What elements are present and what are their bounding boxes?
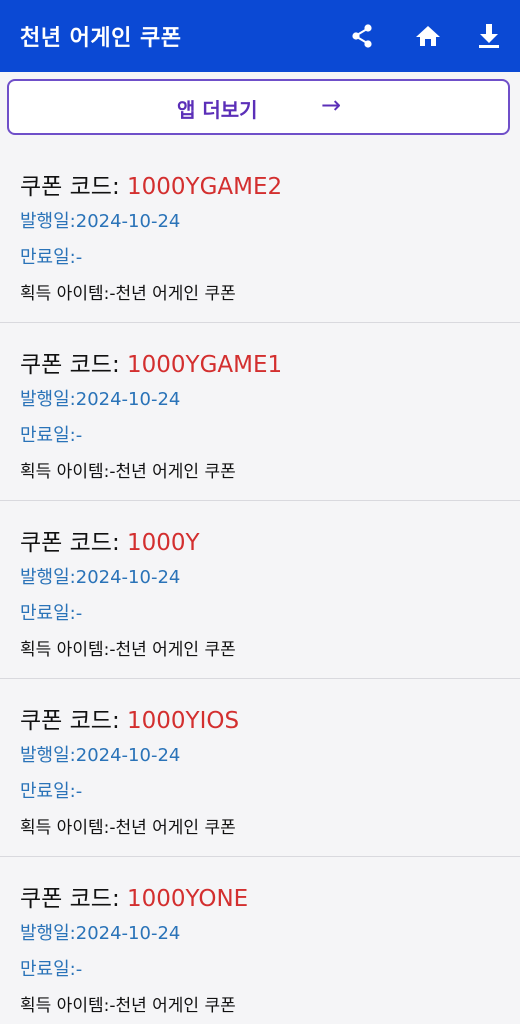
arrow-right-icon: → [321, 91, 342, 119]
coupon-code-value[interactable]: 1000YIOS [127, 708, 239, 734]
coupon-card[interactable]: 쿠폰 코드: 1000YGAME2 발행일:2024-10-24 만료일:- 획… [0, 145, 520, 323]
coupon-expiry-date: 만료일:- [20, 603, 83, 624]
more-apps-button[interactable]: 앱 더보기 → [7, 79, 510, 135]
app-bar: 천년 어게인 쿠폰 [0, 0, 520, 72]
coupon-code-value[interactable]: 1000YONE [127, 886, 248, 912]
app-screen: 천년 어게인 쿠폰 앱 더보기 → 쿠폰 코드: 1000YGAME2 발행일:… [0, 0, 520, 1024]
coupon-expiry-date: 만료일:- [20, 425, 83, 446]
coupon-card[interactable]: 쿠폰 코드: 1000YGAME1 발행일:2024-10-24 만료일:- 획… [0, 323, 520, 501]
coupon-card[interactable]: 쿠폰 코드: 1000YONE 발행일:2024-10-24 만료일:- 획득 … [0, 857, 520, 1024]
coupon-reward: 획득 아이템:-천년 어게인 쿠폰 [20, 284, 236, 304]
coupon-code-line: 쿠폰 코드: 1000YGAME2 [20, 167, 282, 201]
coupon-issued-date: 발행일:2024-10-24 [20, 567, 181, 588]
coupon-code-label: 쿠폰 코드: [20, 174, 128, 200]
coupon-reward: 획득 아이템:-천년 어게인 쿠폰 [20, 640, 236, 660]
coupon-code-line: 쿠폰 코드: 1000Y [20, 523, 200, 557]
coupon-issued-date: 발행일:2024-10-24 [20, 923, 181, 944]
coupon-issued-date: 발행일:2024-10-24 [20, 211, 181, 232]
coupon-list: 쿠폰 코드: 1000YGAME2 발행일:2024-10-24 만료일:- 획… [0, 145, 520, 1024]
more-apps-label: 앱 더보기 [177, 98, 258, 122]
app-title: 천년 어게인 쿠폰 [20, 26, 182, 51]
coupon-code-label: 쿠폰 코드: [20, 352, 128, 378]
coupon-code-line: 쿠폰 코드: 1000YIOS [20, 701, 239, 735]
coupon-reward: 획득 아이템:-천년 어게인 쿠폰 [20, 996, 236, 1016]
coupon-expiry-date: 만료일:- [20, 247, 83, 268]
coupon-issued-date: 발행일:2024-10-24 [20, 745, 181, 766]
coupon-reward: 획득 아이템:-천년 어게인 쿠폰 [20, 462, 236, 482]
coupon-code-value[interactable]: 1000Y [127, 530, 200, 556]
coupon-code-label: 쿠폰 코드: [20, 708, 128, 734]
coupon-expiry-date: 만료일:- [20, 959, 83, 980]
coupon-code-label: 쿠폰 코드: [20, 886, 128, 912]
coupon-code-line: 쿠폰 코드: 1000YGAME1 [20, 345, 282, 379]
home-button[interactable] [412, 20, 444, 52]
coupon-code-line: 쿠폰 코드: 1000YONE [20, 879, 248, 913]
share-button[interactable] [346, 20, 378, 52]
coupon-card[interactable]: 쿠폰 코드: 1000YIOS 발행일:2024-10-24 만료일:- 획득 … [0, 679, 520, 857]
coupon-expiry-date: 만료일:- [20, 781, 83, 802]
coupon-code-value[interactable]: 1000YGAME2 [127, 174, 282, 200]
home-icon [416, 26, 440, 46]
download-icon [479, 24, 499, 48]
coupon-card[interactable]: 쿠폰 코드: 1000Y 발행일:2024-10-24 만료일:- 획득 아이템… [0, 501, 520, 679]
download-button[interactable] [473, 20, 505, 52]
coupon-issued-date: 발행일:2024-10-24 [20, 389, 181, 410]
coupon-reward: 획득 아이템:-천년 어게인 쿠폰 [20, 818, 236, 838]
coupon-code-value[interactable]: 1000YGAME1 [127, 352, 282, 378]
share-icon [352, 24, 372, 48]
coupon-code-label: 쿠폰 코드: [20, 530, 128, 556]
